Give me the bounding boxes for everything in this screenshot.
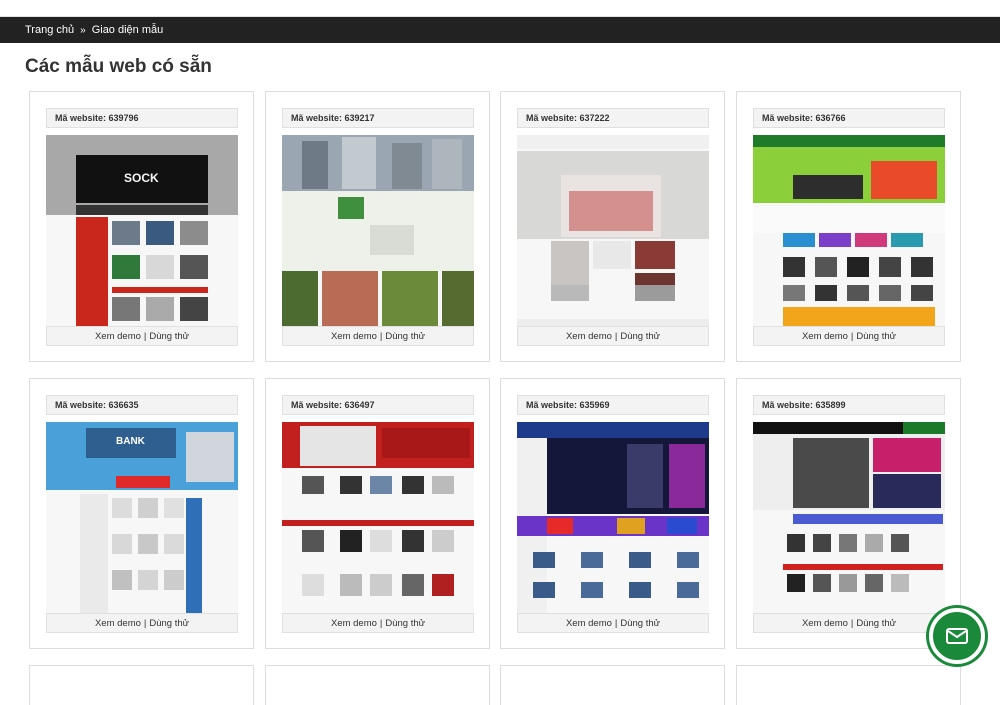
template-code: Mã website: 636635 <box>46 395 238 415</box>
view-demo-link[interactable]: Xem demo <box>95 618 141 629</box>
thumb-banner-text: SOCK <box>124 171 159 185</box>
try-link[interactable]: Dùng thử <box>620 618 660 629</box>
actions-separator: | <box>379 617 383 629</box>
template-actions: Xem demo | Dùng thử <box>517 613 709 633</box>
template-actions: Xem demo | Dùng thử <box>753 326 945 346</box>
template-code: Mã website: 639796 <box>46 108 238 128</box>
actions-separator: | <box>614 330 618 342</box>
template-card: Mã website: 635899 Xem demo | Dùng thử <box>736 378 961 649</box>
template-card: Mã website: 636635 BANK Xem demo | Dùng … <box>29 378 254 649</box>
template-thumbnail[interactable] <box>753 422 945 614</box>
view-demo-link[interactable]: Xem demo <box>566 618 612 629</box>
template-actions: Xem demo | Dùng thử <box>517 326 709 346</box>
template-card <box>500 665 725 705</box>
page-title: Các mẫu web có sẵn <box>25 56 212 77</box>
template-card: Mã website: 639217 Xem demo | Dùng thử <box>265 91 490 362</box>
template-code: Mã website: 635969 <box>517 395 709 415</box>
template-thumbnail[interactable] <box>753 135 945 327</box>
template-code: Mã website: 636766 <box>753 108 945 128</box>
template-actions: Xem demo | Dùng thử <box>282 326 474 346</box>
template-code: Mã website: 637222 <box>517 108 709 128</box>
template-thumbnail[interactable] <box>517 422 709 614</box>
template-thumbnail[interactable] <box>282 135 474 327</box>
template-code: Mã website: 639217 <box>282 108 474 128</box>
template-card: Mã website: 635969 Xem demo | Dùng thử <box>500 378 725 649</box>
template-thumbnail[interactable]: SOCK <box>46 135 238 327</box>
breadcrumb-current[interactable]: Giao diện mẫu <box>92 24 164 36</box>
try-link[interactable]: Dùng thử <box>149 331 189 342</box>
actions-separator: | <box>614 617 618 629</box>
mail-icon <box>946 628 968 644</box>
template-actions: Xem demo | Dùng thử <box>46 326 238 346</box>
try-link[interactable]: Dùng thử <box>856 618 896 629</box>
template-actions: Xem demo | Dùng thử <box>282 613 474 633</box>
view-demo-link[interactable]: Xem demo <box>331 331 377 342</box>
template-actions: Xem demo | Dùng thử <box>753 613 945 633</box>
actions-separator: | <box>379 330 383 342</box>
template-card: Mã website: 636497 Xem demo | Dùng thử <box>265 378 490 649</box>
breadcrumb: Trang chủ » Giao diện mẫu <box>0 17 1000 43</box>
contact-mail-button[interactable] <box>929 608 985 664</box>
actions-separator: | <box>850 330 854 342</box>
view-demo-link[interactable]: Xem demo <box>331 618 377 629</box>
template-card: Mã website: 637222 Xem demo | Dùng thử <box>500 91 725 362</box>
template-card <box>736 665 961 705</box>
breadcrumb-separator: » <box>80 24 86 36</box>
top-bar <box>0 0 1000 17</box>
view-demo-link[interactable]: Xem demo <box>95 331 141 342</box>
template-code: Mã website: 636497 <box>282 395 474 415</box>
template-card <box>29 665 254 705</box>
view-demo-link[interactable]: Xem demo <box>566 331 612 342</box>
try-link[interactable]: Dùng thử <box>385 331 425 342</box>
breadcrumb-home[interactable]: Trang chủ <box>25 24 74 36</box>
template-card: Mã website: 636766 Xem demo | Dùng thử <box>736 91 961 362</box>
template-card: Mã website: 639796 SOCK Xem demo | Dùng … <box>29 91 254 362</box>
try-link[interactable]: Dùng thử <box>856 331 896 342</box>
template-code: Mã website: 635899 <box>753 395 945 415</box>
template-thumbnail[interactable] <box>282 422 474 614</box>
template-thumbnail[interactable]: BANK <box>46 422 238 614</box>
view-demo-link[interactable]: Xem demo <box>802 331 848 342</box>
actions-separator: | <box>850 617 854 629</box>
view-demo-link[interactable]: Xem demo <box>802 618 848 629</box>
actions-separator: | <box>143 617 147 629</box>
template-thumbnail[interactable] <box>517 135 709 327</box>
template-actions: Xem demo | Dùng thử <box>46 613 238 633</box>
try-link[interactable]: Dùng thử <box>385 618 425 629</box>
template-card <box>265 665 490 705</box>
try-link[interactable]: Dùng thử <box>149 618 189 629</box>
thumb-banner-text: BANK <box>116 436 145 447</box>
try-link[interactable]: Dùng thử <box>620 331 660 342</box>
actions-separator: | <box>143 330 147 342</box>
